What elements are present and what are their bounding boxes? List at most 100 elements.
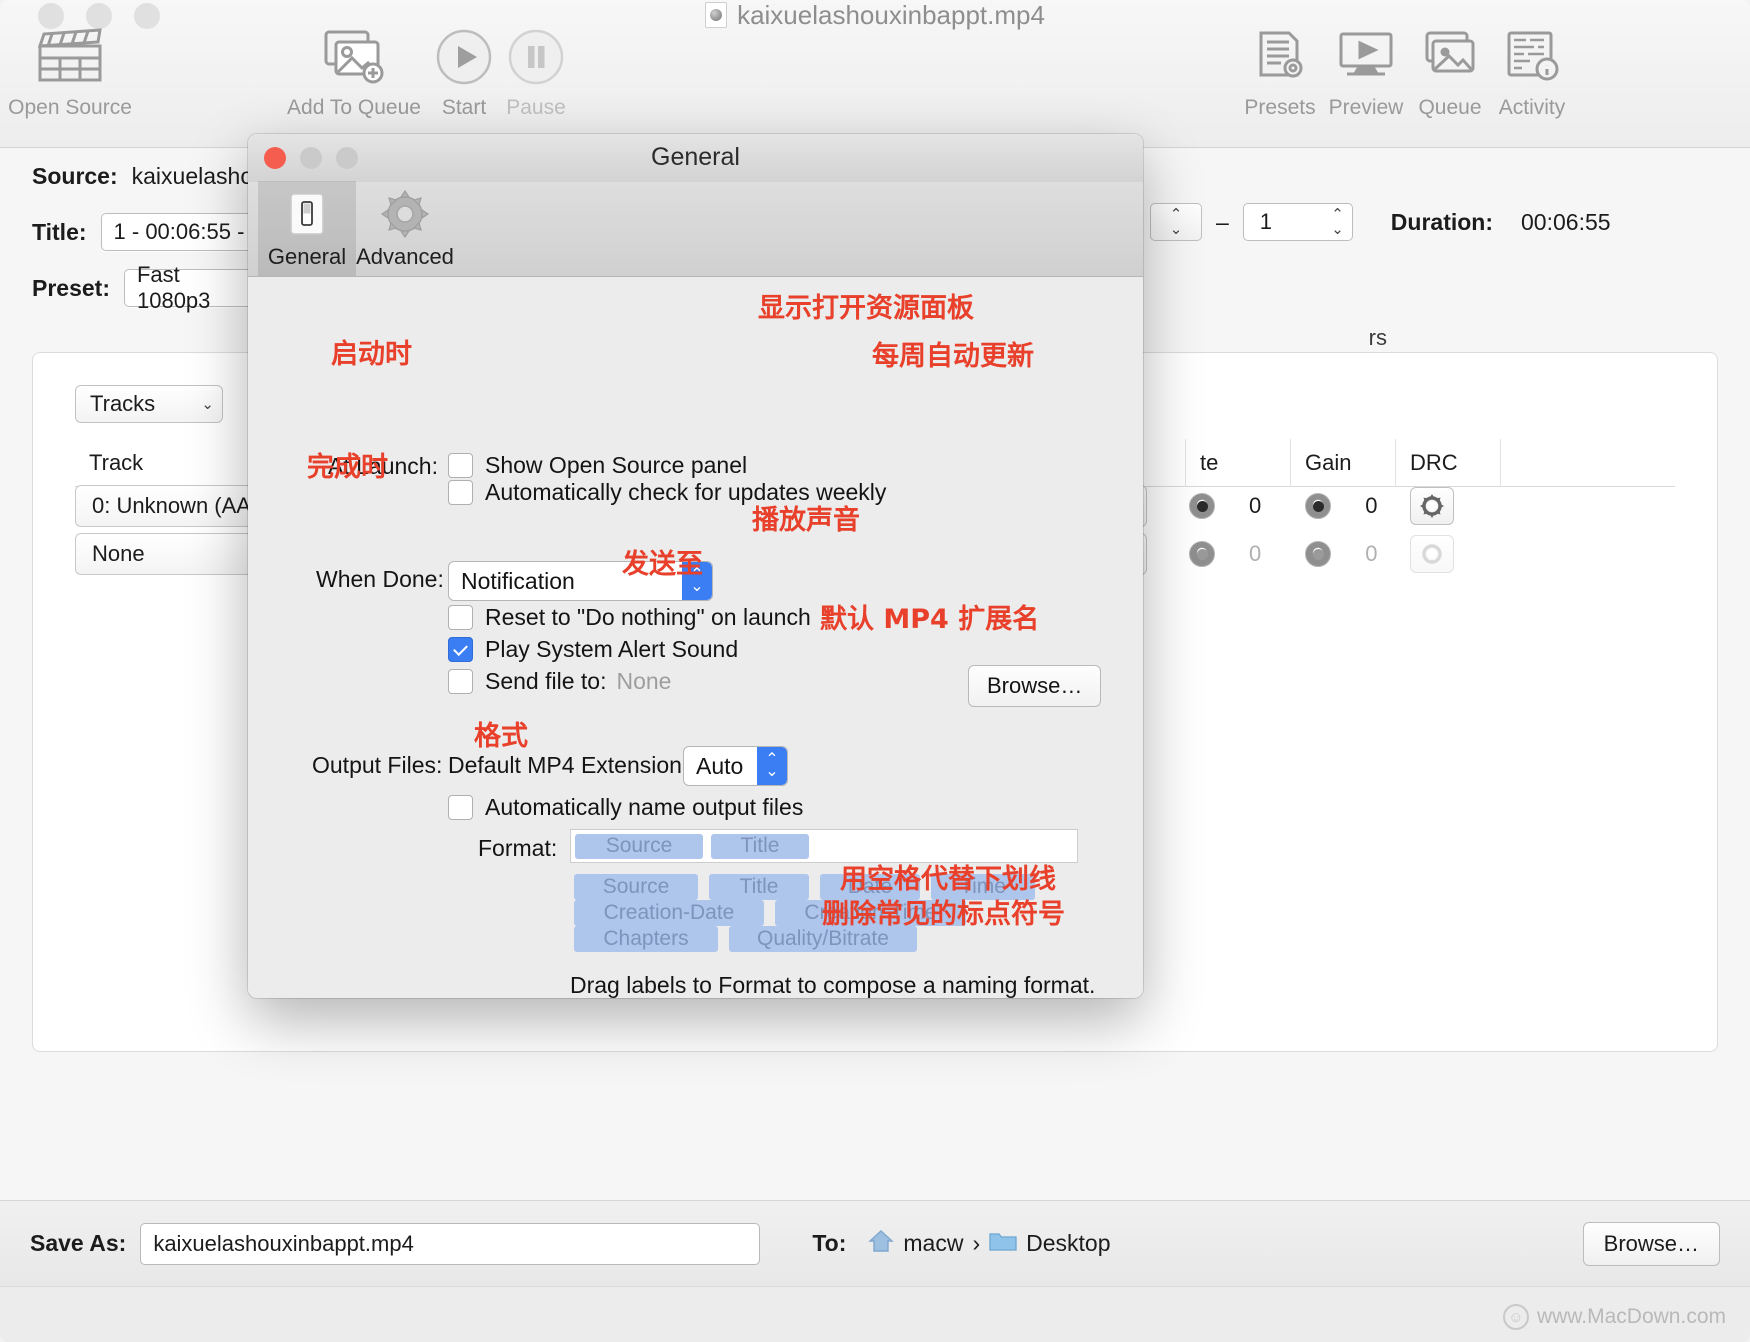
- play-alert-sound-checkbox[interactable]: [448, 637, 473, 662]
- gain-value: 0: [1249, 493, 1261, 519]
- play-alert-sound-row[interactable]: Play System Alert Sound: [448, 636, 738, 663]
- when-done-value: Notification: [449, 568, 575, 595]
- tab-general[interactable]: General: [258, 181, 356, 276]
- annotation-5: 发送至: [622, 542, 703, 581]
- breadcrumb[interactable]: macw › Desktop: [868, 1229, 1110, 1259]
- annotation-0: 显示打开资源面板: [758, 286, 974, 325]
- tab-label: General: [268, 244, 346, 270]
- show-open-source-panel-row[interactable]: Show Open Source panel: [448, 452, 747, 479]
- annotation-7: 格式: [474, 714, 528, 753]
- duration-label: Duration:: [1391, 209, 1493, 236]
- stepper-arrows: ⌃⌄: [1170, 207, 1183, 237]
- preferences-title-bar: General: [248, 134, 1143, 182]
- to-label: To:: [812, 1230, 846, 1257]
- range-dash: –: [1216, 209, 1229, 236]
- reset-do-nothing-checkbox[interactable]: [448, 605, 473, 630]
- format-label-row: Format:: [478, 835, 557, 862]
- activity-icon: [1503, 24, 1561, 90]
- output-files-label: Output Files:: [312, 752, 442, 779]
- range-to-field[interactable]: 1 ⌃⌄: [1243, 203, 1353, 241]
- show-open-source-panel-checkbox[interactable]: [448, 453, 473, 478]
- pause-icon: [507, 24, 565, 90]
- tab-filters-partial[interactable]: rs: [1369, 325, 1387, 351]
- auto-check-updates-checkbox[interactable]: [448, 480, 473, 505]
- send-file-to-target: None: [616, 668, 671, 695]
- drc-value: 0: [1365, 493, 1377, 519]
- preferences-title: General: [248, 143, 1143, 172]
- range-to-value: 1: [1260, 209, 1272, 235]
- toolbar-activity[interactable]: Activity: [1462, 24, 1602, 120]
- default-mp4-ext-popup[interactable]: Auto ⌃⌄: [683, 746, 788, 786]
- drc-radio[interactable]: [1305, 541, 1331, 567]
- palette-token-title[interactable]: Title: [709, 874, 809, 900]
- folder-icon: [989, 1230, 1017, 1258]
- breadcrumb-separator: ›: [972, 1230, 980, 1257]
- home-icon: [868, 1229, 894, 1259]
- send-file-to-row[interactable]: Send file to: None: [448, 668, 671, 695]
- format-label: Format:: [478, 835, 557, 862]
- format-token[interactable]: Source: [575, 834, 703, 859]
- default-mp4-ext-label: Default MP4 Extension:: [448, 752, 688, 779]
- when-done-label-row: When Done:: [316, 566, 444, 593]
- column-gain: Gain: [1291, 450, 1395, 476]
- toolbar-items: Open Source Add To Queue: [0, 24, 1750, 134]
- clapperboard-icon: [34, 24, 106, 90]
- default-mp4-ext-value: Auto: [684, 753, 743, 780]
- popup-arrows-icon: ⌃⌄: [757, 747, 787, 785]
- send-file-to-checkbox[interactable]: [448, 669, 473, 694]
- chevron-down-icon: ⌄: [201, 397, 214, 412]
- tab-advanced[interactable]: Advanced: [356, 181, 454, 276]
- auto-name-output-checkbox[interactable]: [448, 795, 473, 820]
- send-file-browse-button[interactable]: Browse…: [968, 665, 1101, 707]
- preset-label: Preset:: [32, 275, 110, 302]
- annotation-8: 用空格代替下划线: [840, 857, 1056, 896]
- annotation-2: 每周自动更新: [872, 334, 1034, 373]
- tracks-select-value: Tracks: [90, 391, 155, 417]
- gain-radio[interactable]: [1189, 493, 1215, 519]
- column-samplerate: te: [1186, 450, 1290, 476]
- gear-icon: [378, 186, 432, 244]
- reset-do-nothing-row[interactable]: Reset to "Do nothing" on launch: [448, 604, 811, 631]
- annotation-1: 启动时: [331, 332, 412, 371]
- auto-name-output-row[interactable]: Automatically name output files: [448, 794, 803, 821]
- annotation-4: 播放声音: [752, 498, 860, 537]
- watermark-text: www.MacDown.com: [1537, 1305, 1726, 1329]
- auto-name-output-label: Automatically name output files: [485, 794, 803, 821]
- toolbar-label: Activity: [1499, 96, 1566, 120]
- palette-token-chapters[interactable]: Chapters: [574, 926, 718, 952]
- drc-value: 0: [1365, 541, 1377, 567]
- tracks-select[interactable]: Tracks ⌄: [75, 385, 223, 423]
- range-from-stepper[interactable]: ⌃⌄: [1150, 203, 1202, 241]
- drc-radio[interactable]: [1305, 493, 1331, 519]
- save-as-input[interactable]: kaixuelashouxinbappt.mp4: [140, 1223, 760, 1265]
- browse-output-button[interactable]: Browse…: [1583, 1222, 1720, 1266]
- status-bar: ☺ www.MacDown.com: [0, 1286, 1750, 1342]
- format-token[interactable]: Title: [711, 834, 809, 859]
- add-image-icon: [322, 24, 386, 90]
- toolbar-label: Pause: [506, 96, 566, 120]
- play-alert-sound-label: Play System Alert Sound: [485, 636, 738, 663]
- breadcrumb-folder[interactable]: Desktop: [1026, 1230, 1110, 1257]
- track-settings-gear-icon[interactable]: [1410, 487, 1454, 525]
- tab-label: Advanced: [356, 244, 454, 270]
- source-label: Source:: [32, 163, 118, 190]
- main-toolbar: kaixuelashouxinbappt.mp4 Open Source: [0, 0, 1750, 148]
- column-drc: DRC: [1396, 450, 1500, 476]
- palette-token-source[interactable]: Source: [574, 874, 698, 900]
- screen-root: kaixuelashouxinbappt.mp4 Open Source: [0, 0, 1750, 1342]
- watermark: ☺ www.MacDown.com: [1503, 1304, 1726, 1330]
- default-mp4-ext-row: Default MP4 Extension:: [448, 752, 688, 779]
- stepper-arrows: ⌃⌄: [1331, 207, 1344, 237]
- save-as-bar: Save As: kaixuelashouxinbappt.mp4 To: ma…: [0, 1200, 1750, 1286]
- switch-icon: [281, 186, 333, 244]
- settings-tabs[interactable]: rs: [1369, 325, 1387, 351]
- palette-token-creation-date[interactable]: Creation-Date: [574, 900, 764, 926]
- format-hint-text: Drag labels to Format to compose a namin…: [570, 972, 1095, 998]
- gain-radio[interactable]: [1189, 541, 1215, 567]
- when-done-label: When Done:: [316, 566, 444, 593]
- toolbar-open-source[interactable]: Open Source: [0, 24, 140, 120]
- save-as-label: Save As:: [30, 1230, 126, 1257]
- annotation-6: 默认 MP4 扩展名: [820, 597, 1039, 636]
- breadcrumb-home[interactable]: macw: [903, 1230, 963, 1257]
- preferences-tab-bar: General Advanced: [248, 182, 1143, 277]
